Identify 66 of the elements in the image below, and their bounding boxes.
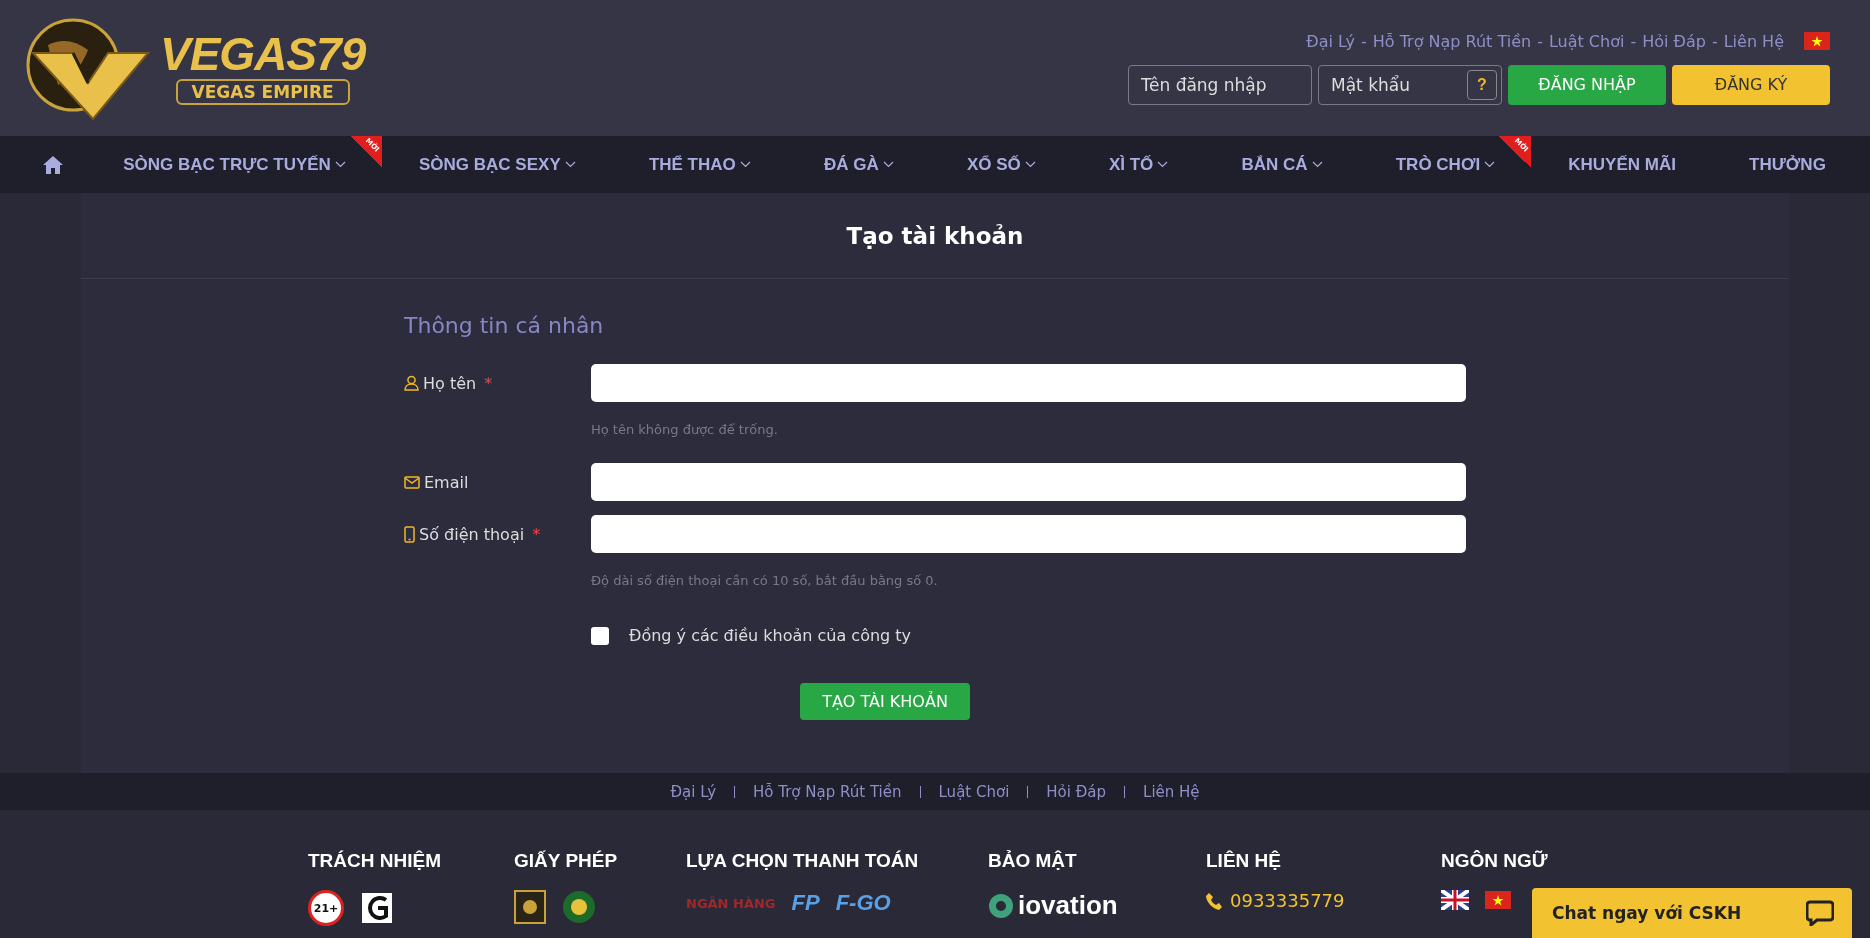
top-link[interactable]: Liên Hệ xyxy=(1723,31,1784,51)
nav-item[interactable]: XỔ SỐ xyxy=(952,136,1050,193)
separator: - xyxy=(1360,31,1367,51)
logo-title: VEGAS79 xyxy=(160,31,366,77)
footer-heading: NGÔN NGỮ xyxy=(1441,850,1549,872)
agree-label: Đồng ý các điều khoản của công ty xyxy=(629,626,912,645)
chat-button[interactable]: Chat ngay với CSKH xyxy=(1532,888,1852,938)
footer-heading: BẢO MẬT xyxy=(988,850,1078,872)
checkbox[interactable] xyxy=(591,626,609,645)
field-hint: Họ tên không được để trống. xyxy=(591,422,779,437)
top-link[interactable]: Đại Lý xyxy=(1306,31,1355,51)
page-title: Tạo tài khoản xyxy=(81,193,1789,279)
mail-icon xyxy=(404,475,420,489)
input-field[interactable] xyxy=(591,463,1466,501)
field-label: Email xyxy=(424,472,469,492)
logo-subtitle: VEGAS EMPIRE xyxy=(175,79,350,105)
help-button[interactable]: ? xyxy=(1467,69,1497,100)
vietnam-flag-icon[interactable] xyxy=(1485,891,1511,909)
phone-icon xyxy=(1206,891,1222,910)
payment-logo: F-GO xyxy=(835,890,891,916)
uk-flag-icon[interactable] xyxy=(1441,890,1469,910)
top-link[interactable]: Luật Chơi xyxy=(1548,31,1625,51)
separator: - xyxy=(1537,31,1543,51)
nav-item[interactable]: ĐÁ GÀ xyxy=(809,136,908,193)
separator: - xyxy=(1630,31,1637,51)
top-link[interactable]: Hỗ Trợ Nạp Rút Tiền xyxy=(1372,31,1532,51)
input-field[interactable] xyxy=(591,364,1466,402)
footer-link[interactable]: Luật Chơi xyxy=(938,782,1010,801)
input-field[interactable] xyxy=(591,515,1466,553)
footer-heading: TRÁCH NHIỆM xyxy=(308,850,442,872)
field-hint: Độ dài số điện thoại cần có 10 số, bắt đầu bằng số 0. xyxy=(591,573,939,588)
chat-bubble-icon xyxy=(1806,900,1834,926)
emblem-icon xyxy=(562,890,596,924)
seal-icon xyxy=(514,890,546,924)
nav-item[interactable]: XÌ TỐ xyxy=(1094,136,1183,193)
footer-link[interactable]: Hỏi Đáp xyxy=(1046,782,1107,801)
required-mark: * xyxy=(484,373,493,393)
field-label: Họ tên xyxy=(423,373,477,393)
phone-number[interactable]: 0933335779 xyxy=(1206,890,1345,911)
nav-item[interactable]: KHUYẾN MÃI xyxy=(1554,136,1690,193)
home-icon[interactable] xyxy=(42,154,64,175)
footer-heading: GIẤY PHÉP xyxy=(514,850,619,872)
iovation-logo: iovation xyxy=(988,890,1118,921)
nav-item[interactable]: BẮN CÁ xyxy=(1227,136,1337,193)
username-field[interactable]: Tên đăng nhập xyxy=(1128,64,1312,105)
footer-heading: LỰA CHỌN THANH TOÁN xyxy=(686,850,920,872)
vietnam-flag-icon[interactable] xyxy=(1804,32,1830,50)
footer-heading: LIÊN HỆ xyxy=(1206,850,1282,872)
gambling-logo-icon xyxy=(360,892,394,924)
bank-logo: NGÂN HÀNG xyxy=(686,895,776,911)
required-mark: * xyxy=(532,524,541,544)
footer-link[interactable]: Liên Hệ xyxy=(1143,782,1200,801)
phone-icon xyxy=(404,525,415,543)
register-button[interactable]: ĐĂNG KÝ xyxy=(1672,64,1830,105)
person-icon xyxy=(404,375,419,391)
nav-item[interactable]: THƯỞNG xyxy=(1735,136,1840,193)
payment-logo: FP xyxy=(791,890,820,916)
nav-item[interactable]: SÒNG BẠC SEXY xyxy=(405,136,590,193)
nav-item[interactable]: THỂ THAO xyxy=(634,136,765,193)
footer-link[interactable]: Hỗ Trợ Nạp Rút Tiền xyxy=(753,782,902,801)
top-link[interactable]: Hỏi Đáp xyxy=(1642,31,1706,51)
separator: - xyxy=(1711,31,1718,51)
footer-link[interactable]: Đại Lý xyxy=(670,782,716,801)
field-label: Số điện thoại xyxy=(419,524,525,544)
section-title: Thông tin cá nhân xyxy=(404,313,605,338)
age-limit-badge: 21+ xyxy=(308,890,344,926)
